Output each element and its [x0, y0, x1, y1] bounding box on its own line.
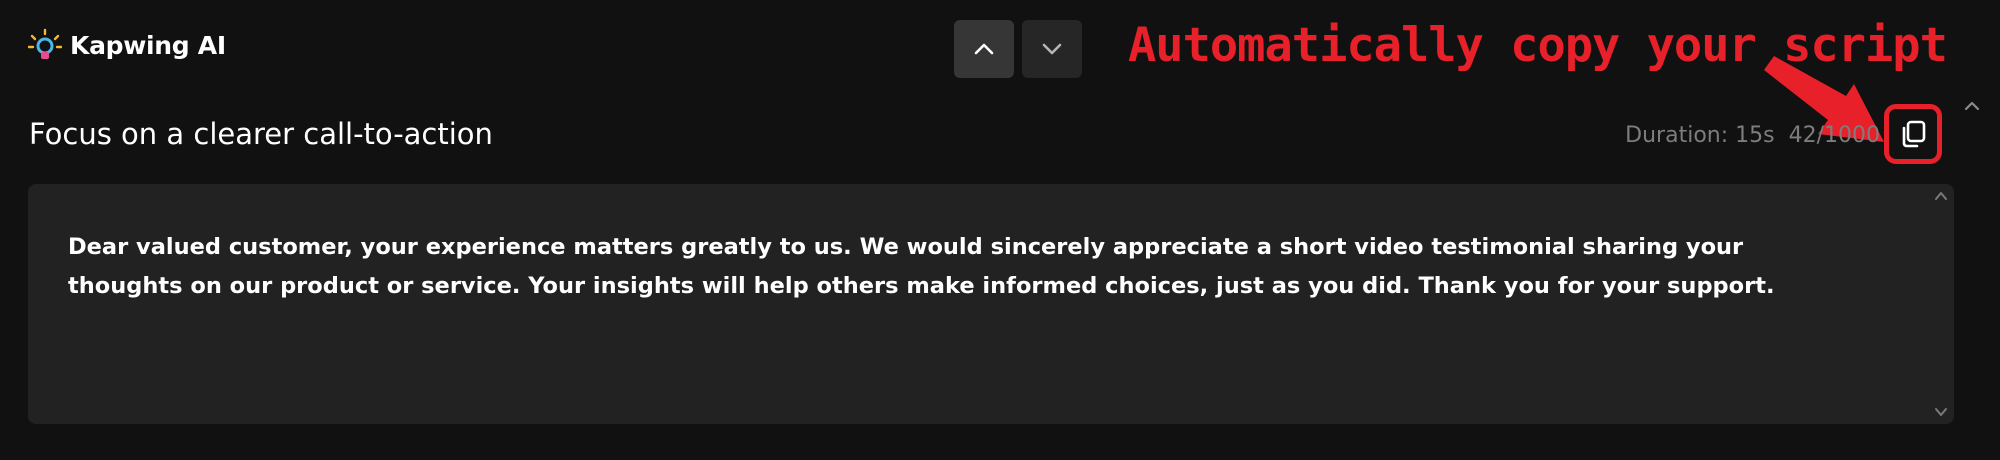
script-scrollbar[interactable] — [1928, 184, 1954, 424]
app-name: Kapwing AI — [70, 30, 226, 60]
scroll-down-icon[interactable] — [1933, 404, 1949, 420]
duration-label: Duration: 15s — [1625, 123, 1775, 148]
character-count: 42/1000 — [1788, 123, 1880, 148]
chevron-up-icon — [974, 43, 994, 55]
script-textarea[interactable]: Dear valued customer, your experience ma… — [28, 184, 1954, 424]
app-logo[interactable]: Kapwing AI — [28, 28, 226, 62]
scroll-up-icon[interactable] — [1933, 188, 1949, 204]
chevron-down-icon — [1042, 43, 1062, 55]
collapse-button[interactable] — [1962, 96, 1982, 116]
lightbulb-sparkle-icon — [28, 28, 62, 59]
next-script-button[interactable] — [1022, 20, 1082, 78]
copy-script-button[interactable] — [1884, 104, 1942, 164]
chevron-up-icon — [1964, 101, 1980, 111]
script-title: Focus on a clearer call-to-action — [29, 117, 493, 151]
copy-icon — [1902, 120, 1926, 148]
previous-script-button[interactable] — [954, 20, 1014, 78]
script-meta: Duration: 15s 42/1000 — [1560, 118, 1880, 154]
